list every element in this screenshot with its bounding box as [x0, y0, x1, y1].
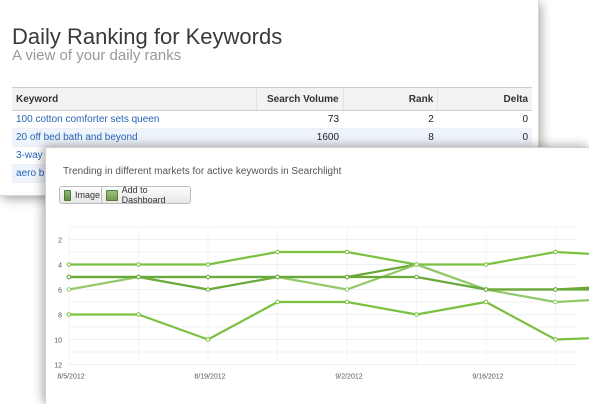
data-point: [66, 262, 72, 267]
data-point: [205, 274, 211, 280]
data-point: [205, 337, 211, 342]
column-header-search-volume[interactable]: Search Volume: [256, 87, 344, 111]
add-to-dashboard-icon: [106, 189, 118, 201]
delta-cell: 0: [437, 110, 532, 129]
table-header-row: Keyword Search Volume Rank Delta: [12, 87, 532, 111]
image-icon: [64, 189, 71, 201]
data-point: [553, 287, 558, 292]
keyword-cell: 20 off bed bath and beyond: [12, 128, 257, 147]
data-point: [275, 299, 280, 305]
data-point: [414, 312, 419, 317]
data-point: [66, 287, 72, 292]
data-point: [66, 312, 72, 317]
data-point: [414, 262, 419, 267]
data-point: [275, 249, 280, 255]
data-point: [344, 299, 350, 305]
trending-chart-card: Trending in different markets for active…: [45, 147, 589, 404]
data-point: [344, 249, 350, 255]
image-button-label: Image: [74, 190, 100, 200]
data-point: [553, 299, 558, 305]
search-volume-cell: 1600: [256, 128, 344, 147]
image-button[interactable]: Image: [59, 186, 106, 204]
series-line: [69, 250, 589, 266]
rank-trend-chart: 2 4 6 8 10 12 8/5/2012 8/19/2012 9/2/2012 9/16/20…: [54, 226, 589, 381]
y-tick-label: 2: [58, 238, 62, 245]
data-point: [344, 274, 350, 280]
x-tick-label: 8/5/2012: [57, 374, 84, 381]
rank-cell: 8: [343, 128, 438, 147]
data-point: [205, 287, 211, 292]
data-point: [344, 287, 350, 292]
x-tick-label: 8/19/2012: [194, 374, 225, 381]
column-header-rank[interactable]: Rank: [342, 87, 438, 111]
data-point: [483, 287, 489, 292]
column-header-keyword[interactable]: Keyword: [12, 87, 257, 111]
y-tick-label: 12: [54, 363, 62, 370]
data-point: [136, 312, 141, 317]
keyword-cell: 100 cotton comforter sets queen: [12, 110, 257, 129]
add-to-dashboard-button[interactable]: Add to Dashboard: [101, 185, 191, 205]
delta-cell: 0: [437, 128, 532, 147]
keyword-link[interactable]: 3-way: [16, 150, 43, 161]
column-header-delta[interactable]: Delta: [437, 87, 532, 111]
data-point: [275, 274, 280, 280]
series-line: [69, 300, 589, 341]
page-subtitle: A view of your daily ranks: [12, 47, 182, 64]
y-tick-label: 10: [54, 338, 62, 345]
x-tick-label: 9/2/2012: [335, 374, 362, 381]
data-point: [205, 262, 211, 267]
table-row: 100 cotton comforter sets queen 73 2 0: [12, 110, 532, 129]
x-tick-label: 9/16/2012: [472, 374, 503, 381]
search-volume-cell: 73: [256, 110, 344, 129]
table-row: 20 off bed bath and beyond 1600 8 0: [12, 128, 532, 147]
data-point: [66, 274, 72, 280]
data-point: [483, 262, 489, 267]
data-point: [553, 249, 558, 255]
data-point: [136, 274, 141, 280]
keyword-link[interactable]: 100 cotton comforter sets queen: [16, 114, 159, 125]
keyword-link[interactable]: aero b: [16, 168, 44, 179]
data-point: [414, 274, 419, 280]
series-line: [68, 263, 589, 304]
rank-cell: 2: [343, 110, 438, 129]
data-point: [136, 262, 141, 267]
chart-panel-title: Trending in different markets for active…: [63, 166, 342, 177]
keyword-link[interactable]: 20 off bed bath and beyond: [16, 132, 138, 143]
add-to-dashboard-button-label: Add to Dashboard: [121, 185, 166, 205]
data-point: [553, 337, 558, 342]
y-tick-label: 8: [58, 313, 62, 320]
y-tick-label: 4: [58, 263, 62, 270]
data-point: [483, 299, 489, 305]
y-tick-label: 6: [58, 288, 62, 295]
